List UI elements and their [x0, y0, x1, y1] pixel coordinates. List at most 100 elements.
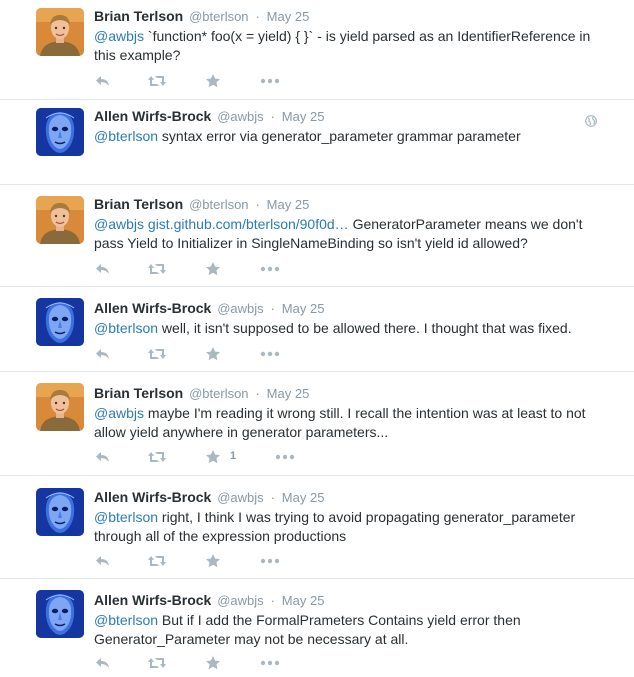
tweet-body: right, I think I was trying to avoid pro…	[94, 509, 576, 544]
reply-icon[interactable]	[95, 261, 111, 277]
retweet-icon[interactable]	[147, 261, 167, 277]
tweet-header: Brian Terlson @bterlson · May 25	[94, 7, 606, 26]
author-name[interactable]: Allen Wirfs-Brock	[94, 300, 211, 316]
favorite-star-icon[interactable]	[205, 655, 221, 671]
reply-icon[interactable]	[95, 553, 111, 569]
tweet-header: Allen Wirfs-Brock @awbjs · May 25	[94, 488, 606, 507]
tweet-text: @bterlson syntax error via generator_par…	[94, 127, 606, 146]
mention-link[interactable]: @awbjs	[94, 405, 144, 421]
author-handle[interactable]: @awbjs	[217, 593, 263, 608]
favorite-star-icon[interactable]	[205, 553, 221, 569]
tweet-content: Allen Wirfs-Brock @awbjs · May 25 @bterl…	[94, 107, 606, 146]
avatar-allen-wirfs-brock[interactable]	[36, 590, 84, 638]
separator-dot: ·	[255, 386, 260, 401]
tweet-body: syntax error via generator_parameter gra…	[158, 128, 521, 144]
retweet-icon[interactable]	[147, 449, 167, 465]
author-handle[interactable]: @bterlson	[189, 197, 248, 212]
more-icon[interactable]	[260, 346, 280, 362]
mention-link[interactable]: @bterlson	[94, 320, 158, 336]
mention-link[interactable]: @awbjs	[94, 216, 144, 232]
avatar-allen-wirfs-brock[interactable]	[36, 108, 84, 156]
tweet-timestamp[interactable]: May 25	[282, 490, 325, 505]
tweet-timestamp[interactable]: May 25	[267, 9, 310, 24]
reply-icon[interactable]	[95, 655, 111, 671]
separator-dot: ·	[255, 197, 260, 212]
author-name[interactable]: Allen Wirfs-Brock	[94, 592, 211, 608]
tweet-timestamp[interactable]: May 25	[267, 197, 310, 212]
author-name[interactable]: Brian Terlson	[94, 8, 183, 24]
tweet: Allen Wirfs-Brock @awbjs · May 25 @bterl…	[0, 579, 634, 677]
tweet: Brian Terlson @bterlson · May 25 @awbjs …	[0, 185, 634, 287]
favorite-star-icon[interactable]	[205, 73, 221, 89]
tweet-body: maybe I'm reading it wrong still. I reca…	[94, 405, 586, 440]
favorite-star-icon[interactable]	[205, 261, 221, 277]
mention-link[interactable]: @bterlson	[94, 612, 158, 628]
more-icon[interactable]	[260, 73, 280, 89]
tweet-timeline: Brian Terlson @bterlson · May 25 @awbjs …	[0, 0, 634, 677]
tweet-body: `function* foo(x = yield) { }` - is yiel…	[94, 28, 591, 63]
retweet-icon[interactable]	[147, 73, 167, 89]
tweet-header: Allen Wirfs-Brock @awbjs · May 25	[94, 591, 606, 610]
retweet-icon[interactable]	[147, 655, 167, 671]
tweet-header: Brian Terlson @bterlson · May 25	[94, 384, 606, 403]
mention-link[interactable]: @awbjs	[94, 28, 144, 44]
tweet-content: Brian Terlson @bterlson · May 25 @awbjs …	[94, 384, 606, 442]
retweet-icon[interactable]	[147, 346, 167, 362]
reply-icon[interactable]	[95, 346, 111, 362]
tweet-text: @bterlson But if I add the FormalPramete…	[94, 611, 606, 649]
tweet-header: Allen Wirfs-Brock @awbjs · May 25	[94, 107, 606, 126]
favorite-star-icon[interactable]	[205, 346, 221, 362]
tweet-timestamp[interactable]: May 25	[282, 301, 325, 316]
tweet-timestamp[interactable]: May 25	[282, 593, 325, 608]
more-icon[interactable]	[260, 261, 280, 277]
globe-icon[interactable]	[585, 114, 597, 132]
tweet-content: Brian Terlson @bterlson · May 25 @awbjs …	[94, 7, 606, 65]
author-name[interactable]: Allen Wirfs-Brock	[94, 489, 211, 505]
favorite-star-icon[interactable]	[205, 449, 221, 465]
tweet-text: @awbjs gist.github.com/bterlson/90f0d… G…	[94, 215, 606, 253]
tweet-text: @bterlson well, it isn't supposed to be …	[94, 319, 606, 338]
tweet: Allen Wirfs-Brock @awbjs · May 25 @bterl…	[0, 100, 634, 185]
more-icon[interactable]	[260, 655, 280, 671]
author-handle[interactable]: @awbjs	[217, 109, 263, 124]
avatar-brian-terlson[interactable]	[36, 8, 84, 56]
author-handle[interactable]: @bterlson	[189, 9, 248, 24]
avatar-allen-wirfs-brock[interactable]	[36, 298, 84, 346]
author-handle[interactable]: @awbjs	[217, 490, 263, 505]
more-icon[interactable]	[275, 449, 295, 465]
tweet-timestamp[interactable]: May 25	[267, 386, 310, 401]
author-name[interactable]: Brian Terlson	[94, 196, 183, 212]
tweet: Allen Wirfs-Brock @awbjs · May 25 @bterl…	[0, 476, 634, 579]
author-name[interactable]: Allen Wirfs-Brock	[94, 108, 211, 124]
more-icon[interactable]	[260, 553, 280, 569]
avatar-allen-wirfs-brock[interactable]	[36, 488, 84, 536]
author-handle[interactable]: @awbjs	[217, 301, 263, 316]
mention-link[interactable]: @bterlson	[94, 509, 158, 525]
tweet-content: Allen Wirfs-Brock @awbjs · May 25 @bterl…	[94, 299, 606, 338]
tweet-body: well, it isn't supposed to be allowed th…	[158, 320, 572, 336]
tweet-text: @awbjs maybe I'm reading it wrong still.…	[94, 404, 606, 442]
tweet-header: Allen Wirfs-Brock @awbjs · May 25	[94, 299, 606, 318]
separator-dot: ·	[270, 301, 275, 316]
separator-dot: ·	[270, 490, 275, 505]
gist-link[interactable]: gist.github.com/bterlson/90f0d…	[148, 216, 349, 232]
separator-dot: ·	[255, 9, 260, 24]
avatar-brian-terlson[interactable]	[36, 196, 84, 244]
tweet-text: @bterlson right, I think I was trying to…	[94, 508, 606, 546]
tweet-header: Brian Terlson @bterlson · May 25	[94, 195, 606, 214]
tweet-content: Allen Wirfs-Brock @awbjs · May 25 @bterl…	[94, 488, 606, 546]
tweet-content: Allen Wirfs-Brock @awbjs · May 25 @bterl…	[94, 591, 606, 649]
avatar-brian-terlson[interactable]	[36, 383, 84, 431]
author-handle[interactable]: @bterlson	[189, 386, 248, 401]
author-name[interactable]: Brian Terlson	[94, 385, 183, 401]
mention-link[interactable]: @bterlson	[94, 128, 158, 144]
favorite-count[interactable]: 1	[230, 450, 236, 462]
reply-icon[interactable]	[95, 73, 111, 89]
separator-dot: ·	[270, 593, 275, 608]
reply-icon[interactable]	[95, 449, 111, 465]
tweet-timestamp[interactable]: May 25	[282, 109, 325, 124]
retweet-icon[interactable]	[147, 553, 167, 569]
separator-dot: ·	[270, 109, 275, 124]
tweet: Brian Terlson @bterlson · May 25 @awbjs …	[0, 372, 634, 476]
tweet-body: But if I add the FormalPrameters Contain…	[94, 612, 521, 647]
